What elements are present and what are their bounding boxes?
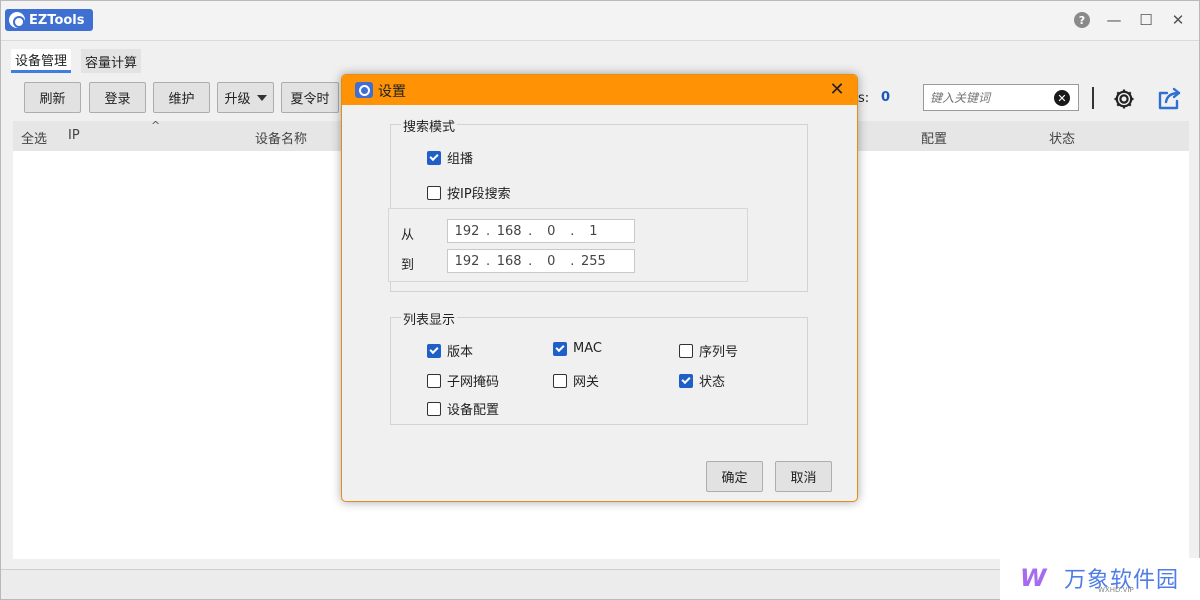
upgrade-dropdown[interactable]: 升级 xyxy=(217,82,274,113)
from-ip-octet-2[interactable]: 168 xyxy=(490,224,528,239)
from-label: 从 xyxy=(401,228,415,243)
settings-dialog: 设置 ✕ 搜索模式 组播 按IP段搜索 从 192. 168. 0. 1 到 1… xyxy=(341,74,858,502)
from-ip-field[interactable]: 192. 168. 0. 1 xyxy=(447,219,635,243)
list-option-status[interactable]: 状态 xyxy=(679,371,725,390)
device-count-label: s: xyxy=(858,91,870,106)
tab-capacity-calc[interactable]: 容量计算 xyxy=(81,49,142,73)
to-ip-octet-2[interactable]: 168 xyxy=(490,254,528,269)
tab-bar: 设备管理 容量计算 xyxy=(1,41,1199,73)
list-option-device-config[interactable]: 设备配置 xyxy=(427,399,499,418)
list-option-version[interactable]: 版本 xyxy=(427,341,473,360)
from-ip-octet-3[interactable]: 0 xyxy=(532,224,570,239)
minimize-button[interactable]: — xyxy=(1105,11,1123,29)
mac-checkbox[interactable] xyxy=(553,341,567,356)
list-display-group: 列表显示 版本 MAC 序列号 子网掩码 网关 状态 设备配置 xyxy=(390,309,808,425)
search-mode-legend: 搜索模式 xyxy=(401,116,458,135)
toolbar-divider xyxy=(1092,87,1094,109)
clear-search-icon[interactable]: ✕ xyxy=(1054,90,1070,106)
subnet-mask-label: 子网掩码 xyxy=(447,375,500,390)
login-button[interactable]: 登录 xyxy=(89,82,146,113)
status-checkbox[interactable] xyxy=(679,373,693,388)
search-input[interactable] xyxy=(930,90,1050,105)
device-config-label: 设备配置 xyxy=(447,403,500,418)
ok-button[interactable]: 确定 xyxy=(706,461,763,492)
status-label: 状态 xyxy=(699,375,726,390)
upgrade-label: 升级 xyxy=(224,92,251,107)
list-option-serial[interactable]: 序列号 xyxy=(679,341,738,360)
to-label: 到 xyxy=(401,258,415,273)
multicast-checkbox[interactable] xyxy=(427,150,441,165)
tab-device-management[interactable]: 设备管理 xyxy=(11,49,72,73)
app-title: EZTools xyxy=(29,12,85,28)
dialog-app-icon xyxy=(355,82,373,98)
maintain-button[interactable]: 维护 xyxy=(153,82,210,113)
to-ip-octet-1[interactable]: 192 xyxy=(448,254,486,269)
export-icon[interactable] xyxy=(1157,87,1183,111)
serial-checkbox[interactable] xyxy=(679,343,693,358)
serial-label: 序列号 xyxy=(699,345,739,360)
watermark-logo: W xyxy=(1020,564,1047,592)
mac-label: MAC xyxy=(573,341,602,356)
column-device-name[interactable]: 设备名称 xyxy=(255,128,307,147)
list-option-subnet-mask[interactable]: 子网掩码 xyxy=(427,371,499,390)
ip-segment-label: 按IP段搜索 xyxy=(447,187,511,202)
dialog-title: 设置 xyxy=(378,84,406,100)
dialog-title-bar: 设置 ✕ xyxy=(342,75,857,105)
subnet-mask-checkbox[interactable] xyxy=(427,373,441,388)
from-ip-octet-1[interactable]: 192 xyxy=(448,224,486,239)
help-icon: ? xyxy=(1074,12,1090,28)
to-ip-octet-4[interactable]: 255 xyxy=(574,254,612,269)
dst-button[interactable]: 夏令时 xyxy=(281,82,339,113)
watermark: W 万象软件园 WXHD.VIP xyxy=(1000,558,1200,600)
chevron-down-icon xyxy=(256,94,267,101)
multicast-option[interactable]: 组播 xyxy=(427,148,473,167)
from-ip-octet-4[interactable]: 1 xyxy=(574,224,612,239)
ip-range-panel: 从 192. 168. 0. 1 到 192. 168. 0. 255 xyxy=(388,208,748,282)
column-config[interactable]: 配置 xyxy=(921,128,947,147)
search-box: ✕ xyxy=(923,84,1079,111)
title-bar: EZTools ? — ☐ ✕ xyxy=(1,1,1199,41)
cancel-button[interactable]: 取消 xyxy=(775,461,832,492)
refresh-button[interactable]: 刷新 xyxy=(24,82,81,113)
gateway-label: 网关 xyxy=(573,375,600,390)
list-option-gateway[interactable]: 网关 xyxy=(553,371,599,390)
list-display-legend: 列表显示 xyxy=(401,309,458,328)
ip-segment-option[interactable]: 按IP段搜索 xyxy=(427,183,511,202)
column-select-all[interactable]: 全选 xyxy=(21,128,47,147)
version-label: 版本 xyxy=(447,345,474,360)
maximize-button[interactable]: ☐ xyxy=(1137,11,1155,29)
app-badge: EZTools xyxy=(5,9,93,31)
dialog-close-button[interactable]: ✕ xyxy=(827,79,847,100)
device-count-value: 0 xyxy=(881,90,891,105)
close-button[interactable]: ✕ xyxy=(1169,11,1187,29)
multicast-label: 组播 xyxy=(447,152,474,167)
column-status[interactable]: 状态 xyxy=(1049,128,1075,147)
ip-segment-checkbox[interactable] xyxy=(427,185,441,200)
list-option-mac[interactable]: MAC xyxy=(553,341,602,356)
column-ip[interactable]: IP xyxy=(68,128,80,143)
version-checkbox[interactable] xyxy=(427,343,441,358)
device-config-checkbox[interactable] xyxy=(427,401,441,416)
to-ip-octet-3[interactable]: 0 xyxy=(532,254,570,269)
gateway-checkbox[interactable] xyxy=(553,373,567,388)
to-ip-field[interactable]: 192. 168. 0. 255 xyxy=(447,249,635,273)
window-controls: ? — ☐ ✕ xyxy=(1073,11,1187,29)
gear-icon[interactable] xyxy=(1112,87,1136,111)
app-logo-icon xyxy=(9,12,25,28)
help-button[interactable]: ? xyxy=(1073,11,1091,29)
watermark-subtext: WXHD.VIP xyxy=(1098,586,1134,594)
sort-ascending-icon: ^ xyxy=(151,119,161,132)
